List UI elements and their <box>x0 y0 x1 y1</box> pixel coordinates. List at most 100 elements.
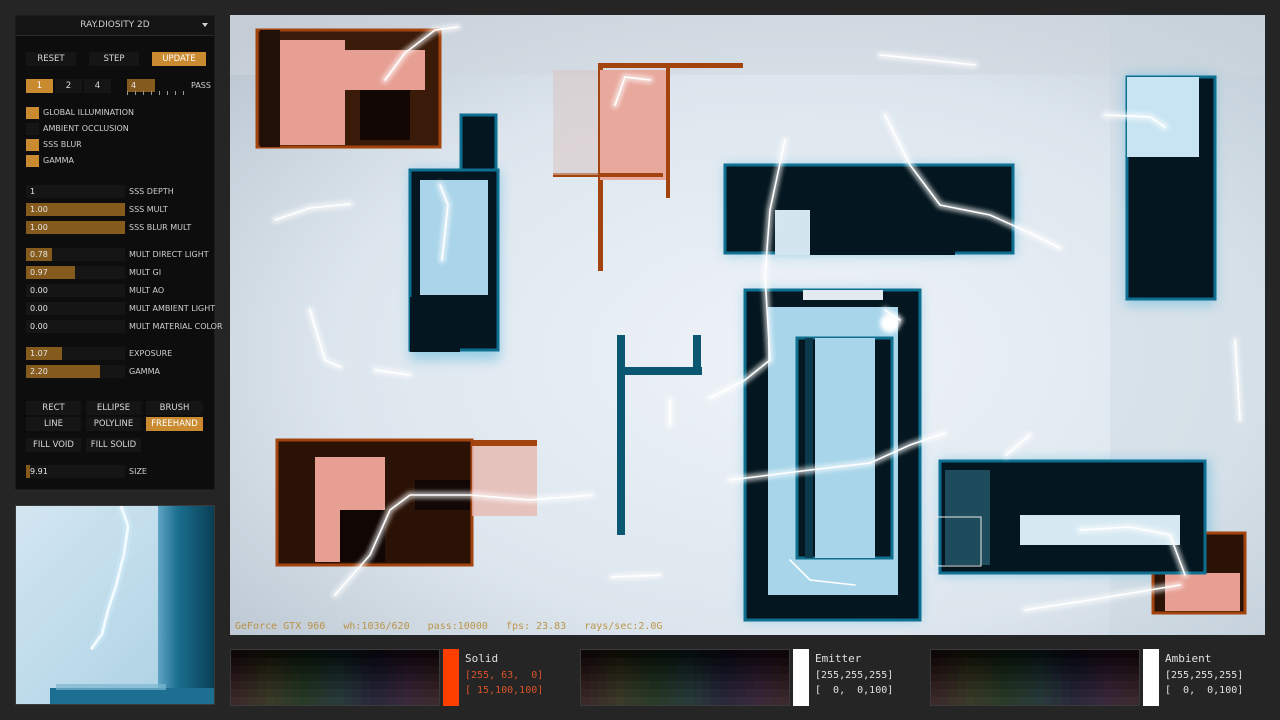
palette-cell[interactable] <box>248 650 257 658</box>
palette-cell[interactable] <box>1130 650 1139 658</box>
panel-title[interactable]: RAY.DIOSITY 2D <box>16 16 214 36</box>
palette-cell[interactable] <box>711 681 720 690</box>
palette-cell[interactable] <box>369 657 379 666</box>
palette-cell[interactable] <box>291 697 301 705</box>
palette-cell[interactable] <box>300 697 309 705</box>
palette-cell[interactable] <box>745 665 755 674</box>
palette-cell[interactable] <box>745 650 755 658</box>
palette-cell[interactable] <box>300 650 309 658</box>
palette-cell[interactable] <box>1078 689 1087 698</box>
palette-cell[interactable] <box>1052 689 1061 698</box>
palette-cell[interactable] <box>1026 665 1035 674</box>
palette-cell[interactable] <box>711 697 720 705</box>
palette-cell[interactable] <box>693 681 703 690</box>
palette-cell[interactable] <box>581 673 590 682</box>
palette-cell[interactable] <box>598 650 607 658</box>
polyline-tool-button[interactable]: POLYLINE <box>86 417 141 431</box>
palette-cell[interactable] <box>763 689 772 698</box>
palette-cell[interactable] <box>1000 657 1009 666</box>
palette-cell[interactable] <box>387 673 396 682</box>
palette-cell[interactable] <box>265 681 275 690</box>
palette-cell[interactable] <box>771 697 781 705</box>
palette-cell[interactable] <box>326 673 335 682</box>
palette-cell[interactable] <box>615 681 625 690</box>
palette-cell[interactable] <box>274 689 283 698</box>
palette-cell[interactable] <box>335 681 344 690</box>
palette-cell[interactable] <box>763 681 772 690</box>
palette-cell[interactable] <box>607 673 616 682</box>
palette-cell[interactable] <box>1087 673 1096 682</box>
palette-cell[interactable] <box>711 689 720 698</box>
palette-cell[interactable] <box>1069 697 1079 705</box>
palette-cell[interactable] <box>317 657 327 666</box>
palette-cell[interactable] <box>1087 665 1096 674</box>
palette-cell[interactable] <box>1061 650 1070 658</box>
palette-cell[interactable] <box>719 697 729 705</box>
palette-cell[interactable] <box>1043 650 1053 658</box>
palette-cell[interactable] <box>957 681 966 690</box>
palette-cell[interactable] <box>1000 665 1009 674</box>
palette-cell[interactable] <box>589 681 599 690</box>
palette-cell[interactable] <box>404 681 413 690</box>
palette-cell[interactable] <box>615 689 625 698</box>
palette-cell[interactable] <box>352 697 361 705</box>
palette-cell[interactable] <box>931 689 940 698</box>
palette-cell[interactable] <box>335 697 344 705</box>
palette-cell[interactable] <box>387 689 396 698</box>
palette-cell[interactable] <box>780 657 789 666</box>
palette-cell[interactable] <box>641 657 651 666</box>
palette-cell[interactable] <box>1104 657 1113 666</box>
palette-cell[interactable] <box>693 697 703 705</box>
palette-cell[interactable] <box>352 681 361 690</box>
palette-cell[interactable] <box>1104 697 1113 705</box>
palette-cell[interactable] <box>1026 689 1035 698</box>
palette-cell[interactable] <box>965 697 975 705</box>
palette-cell[interactable] <box>404 673 413 682</box>
palette-cell[interactable] <box>719 650 729 658</box>
color-palette-solid[interactable] <box>230 649 440 706</box>
palette-cell[interactable] <box>965 665 975 674</box>
palette-cell[interactable] <box>745 673 755 682</box>
palette-cell[interactable] <box>317 665 327 674</box>
palette-cell[interactable] <box>1104 681 1113 690</box>
palette-cell[interactable] <box>291 689 301 698</box>
palette-cell[interactable] <box>430 650 439 658</box>
palette-cell[interactable] <box>1087 697 1096 705</box>
palette-cell[interactable] <box>421 681 431 690</box>
palette-cell[interactable] <box>1009 665 1018 674</box>
palette-cell[interactable] <box>1113 650 1122 658</box>
palette-cell[interactable] <box>1130 665 1139 674</box>
palette-cell[interactable] <box>667 697 677 705</box>
palette-cell[interactable] <box>257 681 266 690</box>
palette-cell[interactable] <box>395 657 405 666</box>
palette-cell[interactable] <box>378 665 387 674</box>
palette-cell[interactable] <box>1104 673 1113 682</box>
palette-cell[interactable] <box>265 697 275 705</box>
palette-cell[interactable] <box>607 657 616 666</box>
palette-cell[interactable] <box>1113 681 1122 690</box>
mult-ao-slider[interactable]: 0.00 <box>26 284 125 297</box>
palette-cell[interactable] <box>265 689 275 698</box>
palette-cell[interactable] <box>719 681 729 690</box>
sss-blur-mult-slider[interactable]: 1.00 <box>26 221 125 234</box>
palette-cell[interactable] <box>317 681 327 690</box>
palette-cell[interactable] <box>931 681 940 690</box>
palette-cell[interactable] <box>728 657 737 666</box>
palette-cell[interactable] <box>948 673 957 682</box>
palette-cell[interactable] <box>589 665 599 674</box>
palette-cell[interactable] <box>624 657 633 666</box>
palette-cell[interactable] <box>1035 689 1044 698</box>
palette-cell[interactable] <box>239 697 249 705</box>
palette-cell[interactable] <box>676 665 685 674</box>
palette-cell[interactable] <box>685 689 694 698</box>
palette-cell[interactable] <box>633 681 642 690</box>
palette-cell[interactable] <box>309 657 318 666</box>
palette-cell[interactable] <box>239 665 249 674</box>
palette-cell[interactable] <box>317 650 327 658</box>
palette-cell[interactable] <box>737 689 746 698</box>
palette-cell[interactable] <box>974 689 983 698</box>
palette-cell[interactable] <box>991 689 1001 698</box>
palette-cell[interactable] <box>983 697 992 705</box>
palette-cell[interactable] <box>931 665 940 674</box>
palette-cell[interactable] <box>1069 650 1079 658</box>
